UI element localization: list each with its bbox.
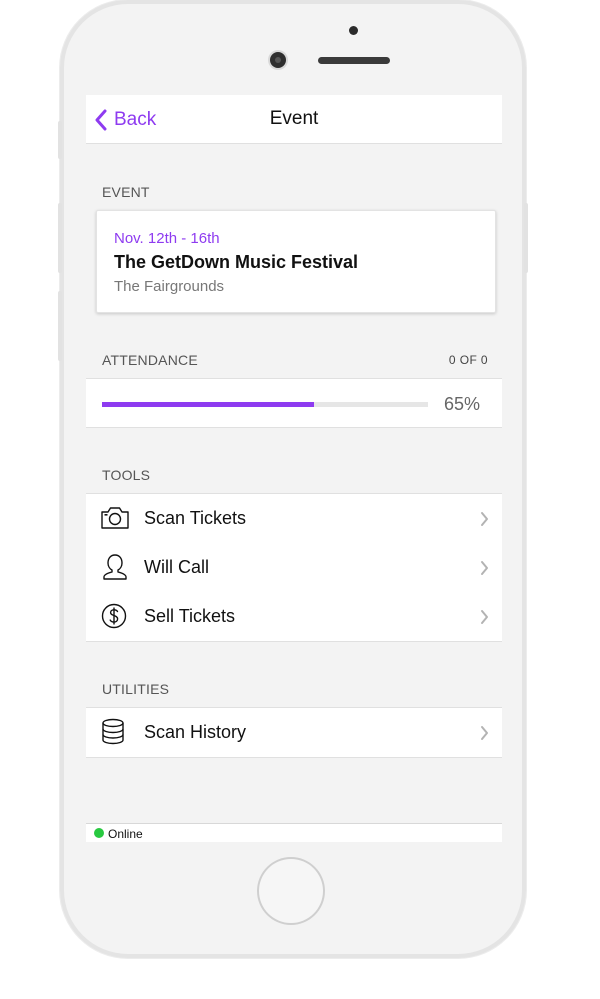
chevron-right-icon	[481, 512, 488, 526]
app-screen: Back Event EVENT Nov. 12th - 16th The Ge…	[86, 95, 502, 842]
attendance-count: 0 OF 0	[448, 353, 488, 367]
utility-scan-history[interactable]: Scan History	[86, 708, 502, 757]
utilities-section-header: UTILITIES	[102, 681, 170, 697]
volume-down-button	[58, 291, 62, 361]
attendance-group: 65%	[86, 378, 502, 428]
tool-label: Will Call	[144, 557, 209, 577]
phone-frame: Back Event EVENT Nov. 12th - 16th The Ge…	[60, 0, 526, 958]
chevron-right-icon	[481, 561, 488, 575]
attendance-section-header: ATTENDANCE	[102, 352, 198, 368]
tools-section-header: TOOLS	[102, 467, 151, 483]
attendance-percent: 65%	[443, 394, 480, 414]
person-icon	[103, 554, 127, 580]
database-icon	[102, 718, 124, 745]
silent-switch	[58, 121, 62, 159]
attendance-progress-track	[102, 402, 428, 407]
volume-up-button	[58, 203, 62, 273]
tools-list: Scan Tickets Will Call Sell Tickets	[86, 493, 502, 642]
event-section-header: EVENT	[102, 184, 150, 200]
page-title: Event	[269, 108, 319, 129]
tool-sell-tickets[interactable]: Sell Tickets	[86, 592, 502, 641]
chevron-right-icon	[481, 726, 488, 740]
power-button	[524, 203, 528, 273]
event-date: Nov. 12th - 16th	[114, 230, 220, 247]
dollar-icon	[101, 603, 127, 629]
front-sensor	[349, 26, 358, 35]
connection-status-text: Online	[108, 827, 143, 841]
front-camera	[270, 52, 286, 68]
utility-label: Scan History	[144, 722, 247, 742]
tool-will-call[interactable]: Will Call	[86, 543, 502, 592]
event-name: The GetDown Music Festival	[114, 252, 359, 272]
tool-scan-tickets[interactable]: Scan Tickets	[86, 494, 502, 543]
camera-icon	[101, 507, 129, 529]
event-venue: The Fairgrounds	[114, 278, 225, 295]
attendance-progress-fill	[102, 402, 314, 407]
earpiece-speaker	[318, 57, 390, 64]
utilities-list: Scan History	[86, 707, 502, 758]
connection-status-bar: Online	[86, 823, 502, 842]
online-status-dot	[94, 828, 104, 838]
event-card[interactable]: Nov. 12th - 16th The GetDown Music Festi…	[96, 210, 496, 313]
tool-label: Scan Tickets	[144, 508, 247, 528]
nav-bar: Back Event	[86, 95, 502, 144]
home-button[interactable]	[257, 857, 325, 925]
chevron-right-icon	[481, 610, 488, 624]
tool-label: Sell Tickets	[144, 606, 236, 626]
